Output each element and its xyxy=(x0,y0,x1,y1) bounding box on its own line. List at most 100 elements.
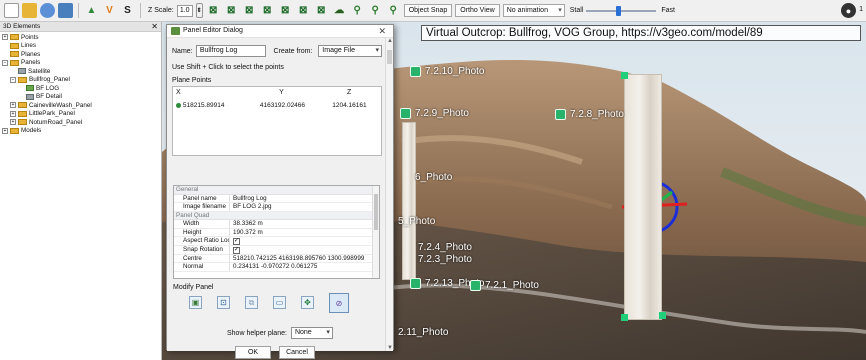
photo-marker[interactable]: 7.2.9_Photo xyxy=(400,108,469,119)
collapse-icon[interactable]: − xyxy=(10,76,16,83)
tree-item[interactable]: BF LOG xyxy=(2,84,159,93)
property-category[interactable]: General xyxy=(174,186,379,195)
expand-icon[interactable]: + xyxy=(10,119,16,126)
property-row[interactable]: Aspect Ratio Lock xyxy=(174,237,379,246)
measure-tool-2-icon[interactable]: ⊠ xyxy=(224,3,239,18)
photo-marker[interactable]: 6_Photo xyxy=(415,172,452,183)
scrollbar-thumb[interactable] xyxy=(374,194,378,230)
expand-icon[interactable]: + xyxy=(2,127,8,134)
slider-thumb[interactable] xyxy=(615,5,621,16)
scroll-up-icon[interactable]: ▲ xyxy=(386,38,394,44)
close-icon[interactable]: ✕ xyxy=(378,25,386,37)
name-field[interactable]: Bullfrog Log xyxy=(195,45,266,57)
object-snap-button[interactable]: Object Snap xyxy=(403,4,453,17)
measure-tool-5-icon[interactable]: ⊠ xyxy=(278,3,293,18)
property-value[interactable]: 38.3362 m xyxy=(230,220,263,228)
scroll-down-icon[interactable]: ▼ xyxy=(386,345,394,351)
tree-item[interactable]: + NotumRoad_Panel xyxy=(2,118,159,127)
ok-button[interactable]: OK xyxy=(235,346,271,359)
pin-icon[interactable]: ⚲ xyxy=(350,3,365,18)
expand-icon[interactable]: + xyxy=(10,110,16,117)
cancel-button[interactable]: Cancel xyxy=(279,346,315,359)
panel-strip-bf-detail[interactable] xyxy=(402,122,416,280)
panel-handle[interactable] xyxy=(621,72,628,79)
ortho-view-button[interactable]: Ortho View xyxy=(455,4,500,17)
tree-item[interactable]: + CainevilleWash_Panel xyxy=(2,101,159,110)
measure-tool-7-icon[interactable]: ⊠ xyxy=(314,3,329,18)
property-row[interactable]: Image filename BF LOG 2.jpg xyxy=(174,203,379,212)
properties-scrollbar[interactable] xyxy=(372,186,379,278)
photo-marker-label: 7.2.4_Photo xyxy=(418,242,472,253)
property-value[interactable]: Bullfrog Log xyxy=(230,195,267,203)
pin-3-icon[interactable]: ⚲ xyxy=(386,3,401,18)
tree-item[interactable]: BF Detail xyxy=(2,93,159,102)
tree-item[interactable]: − Bullfrog_Panel xyxy=(2,76,159,85)
tree-item[interactable]: + Models xyxy=(2,127,159,136)
resize-icon[interactable]: ▭ xyxy=(273,296,286,309)
panel-handle[interactable] xyxy=(621,314,628,321)
tree-item[interactable]: Satellite xyxy=(2,67,159,76)
new-file-icon[interactable] xyxy=(4,3,19,18)
measure-tool-1-icon[interactable]: ⊠ xyxy=(206,3,221,18)
measure-tool-3-icon[interactable]: ⊠ xyxy=(242,3,257,18)
dialog-titlebar[interactable]: Panel Editor Dialog ✕ xyxy=(167,25,393,38)
crop-icon[interactable]: ⊡ xyxy=(217,296,230,309)
property-row[interactable]: Panel name Bullfrog Log xyxy=(174,194,379,204)
property-row[interactable]: Snap Rotation xyxy=(174,245,379,255)
tree-item[interactable]: − Panels xyxy=(2,59,159,68)
close-icon[interactable]: ✕ xyxy=(151,22,158,31)
image-icon[interactable]: ▣ xyxy=(189,296,202,309)
frame-icon[interactable]: ⧉ xyxy=(245,296,258,309)
zscale-input[interactable]: 1.0 xyxy=(176,4,193,17)
spinner-icon[interactable]: ⇕ xyxy=(195,3,203,18)
photo-marker[interactable]: 2.11_Photo xyxy=(398,327,448,338)
dialog-scrollbar[interactable]: ▲ ▼ xyxy=(385,38,393,351)
property-value[interactable]: BF LOG 2.jpg xyxy=(230,203,272,211)
open-folder-icon[interactable] xyxy=(22,3,37,18)
photo-marker[interactable]: 7.2.8_Photo xyxy=(555,109,624,120)
property-row[interactable]: Width 38.3362 m xyxy=(174,220,379,229)
s-icon[interactable]: S xyxy=(120,3,135,18)
property-checkbox[interactable] xyxy=(233,246,240,254)
rotate-icon[interactable]: ⊘ xyxy=(329,293,349,313)
tree-item[interactable]: + Points xyxy=(2,33,159,42)
tree-item[interactable]: Lines xyxy=(2,42,159,51)
globe-icon[interactable] xyxy=(40,3,55,18)
layers-icon[interactable] xyxy=(58,3,73,18)
photo-marker[interactable]: 7.2.4_Photo xyxy=(418,242,472,253)
cloud-icon[interactable]: ☁ xyxy=(332,3,347,18)
property-checkbox[interactable] xyxy=(233,237,240,245)
measure-tool-4-icon[interactable]: ⊠ xyxy=(260,3,275,18)
move-icon[interactable]: ✥ xyxy=(301,296,314,309)
vg-icon[interactable]: V xyxy=(102,3,117,18)
property-row[interactable]: Normal 0.234131 -0.970272 0.061275 xyxy=(174,263,379,272)
property-row[interactable]: Centre 518210.742125 4163198.895760 1300.… xyxy=(174,254,379,264)
mountain-icon[interactable]: ▲ xyxy=(84,3,99,18)
user-icon[interactable]: ● xyxy=(841,3,856,18)
pin-2-icon[interactable]: ⚲ xyxy=(368,3,383,18)
property-row[interactable]: Height 190.372 m xyxy=(174,228,379,238)
expand-icon[interactable]: + xyxy=(2,34,8,41)
tree-item[interactable]: Planes xyxy=(2,50,159,59)
photo-marker[interactable]: 5_Photo xyxy=(398,216,435,227)
panel-strip-bf-log[interactable] xyxy=(624,74,662,320)
property-category[interactable]: Panel Quad xyxy=(174,211,379,221)
expand-icon[interactable]: + xyxy=(10,102,16,109)
helper-plane-select[interactable]: None xyxy=(290,327,333,339)
properties-grid[interactable]: General Panel name Bullfrog Log Image filen… xyxy=(173,185,380,279)
measure-tool-6-icon[interactable]: ⊠ xyxy=(296,3,311,18)
animation-speed-slider[interactable] xyxy=(586,5,657,17)
property-value[interactable]: 0.234131 -0.970272 0.061275 xyxy=(230,263,317,271)
photo-marker[interactable]: 7.2.10_Photo xyxy=(410,66,485,77)
tree-item[interactable]: + LittlePark_Panel xyxy=(2,110,159,119)
collapse-icon[interactable]: − xyxy=(2,59,8,66)
property-value[interactable]: 190.372 m xyxy=(230,229,263,237)
table-row[interactable]: 518215.89914 4163192.02466 1204.16161 xyxy=(173,101,381,111)
scrollbar-thumb[interactable] xyxy=(387,50,392,64)
photo-marker[interactable]: 7.2.1_Photo xyxy=(470,280,539,291)
property-value[interactable]: 518210.742125 4163198.895760 1300.998999 xyxy=(230,255,364,263)
panel-handle[interactable] xyxy=(659,312,666,319)
animation-select[interactable]: No animation xyxy=(502,4,565,17)
photo-marker[interactable]: 7.2.3_Photo xyxy=(418,254,472,265)
create-from-select[interactable]: Image File xyxy=(318,45,382,57)
